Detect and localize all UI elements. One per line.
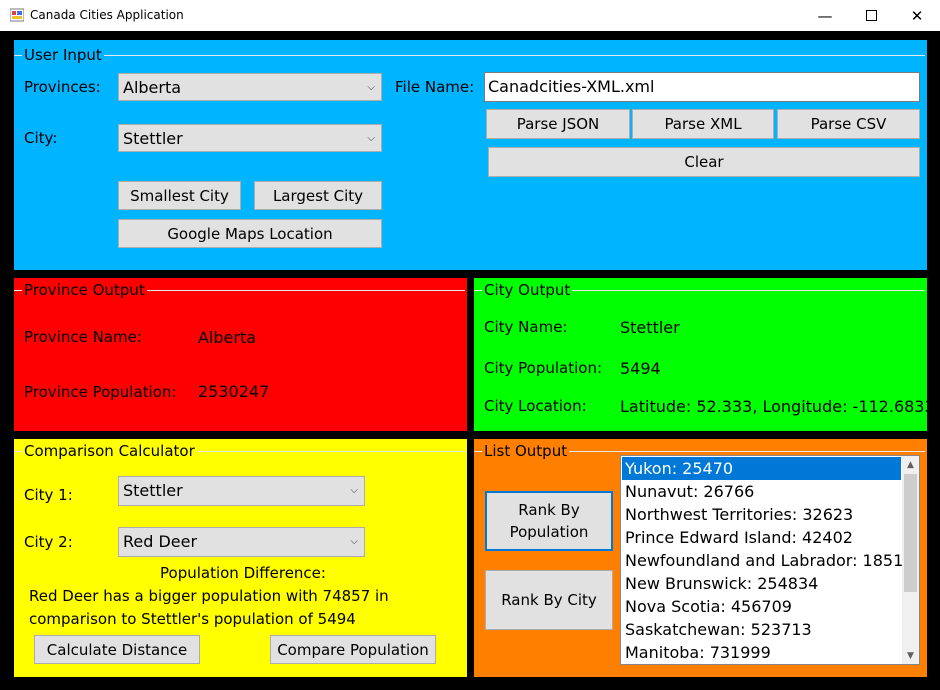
title-bar: Canada Cities Application — ✕: [0, 0, 940, 31]
close-icon: ✕: [910, 6, 924, 25]
population-difference-line2: comparison to Stettler's population of 5…: [29, 610, 356, 628]
province-population-value: 2530247: [198, 382, 270, 401]
province-name-value: Alberta: [198, 328, 257, 347]
user-input-group-label: User Input: [22, 46, 104, 64]
list-output-panel: List Output Rank By Population Rank By C…: [474, 439, 927, 677]
parse-csv-button[interactable]: Parse CSV: [777, 109, 920, 139]
close-button[interactable]: ✕: [894, 0, 940, 31]
province-population-label: Province Population:: [24, 383, 177, 401]
list-output-group-label: List Output: [482, 442, 570, 460]
city-dropdown-value: Stettler: [123, 129, 183, 148]
list-item[interactable]: Prince Edward Island: 42402: [622, 526, 901, 549]
comparison-panel: Comparison Calculator City 1: Stettler ⌵…: [14, 439, 467, 677]
scroll-up-icon[interactable]: ▲: [902, 456, 919, 473]
city-location-value: Latitude: 52.333, Longitude: -112.6833: [620, 397, 935, 416]
list-item[interactable]: Manitoba: 731999: [622, 641, 901, 664]
parse-xml-button[interactable]: Parse XML: [632, 109, 774, 139]
city-dropdown[interactable]: Stettler ⌵: [118, 124, 382, 152]
list-item[interactable]: New Brunswick: 254834: [622, 572, 901, 595]
city1-label: City 1:: [24, 486, 73, 504]
app-icon: [10, 8, 24, 22]
population-difference-line1: Red Deer has a bigger population with 74…: [29, 587, 389, 605]
city2-dropdown-value: Red Deer: [123, 532, 198, 551]
list-item[interactable]: Nova Scotia: 456709: [622, 595, 901, 618]
file-name-label: File Name:: [395, 78, 475, 96]
city1-dropdown[interactable]: Stettler ⌵: [118, 476, 365, 506]
ranking-listbox[interactable]: Yukon: 25470 Nunavut: 26766 Northwest Terr…: [620, 455, 920, 665]
compare-population-button[interactable]: Compare Population: [270, 635, 436, 664]
scroll-down-icon[interactable]: ▼: [902, 647, 919, 664]
province-name-label: Province Name:: [24, 328, 142, 346]
chevron-down-icon: ⌵: [367, 133, 375, 144]
city-output-group-label: City Output: [482, 281, 573, 299]
parse-json-button[interactable]: Parse JSON: [486, 109, 630, 139]
file-name-input[interactable]: Canadcities-XML.xml: [484, 72, 920, 102]
window-title: Canada Cities Application: [30, 8, 184, 22]
minimize-button[interactable]: —: [802, 0, 848, 31]
provinces-dropdown[interactable]: Alberta ⌵: [118, 73, 382, 101]
city-location-label: City Location:: [484, 397, 587, 415]
smallest-city-button[interactable]: Smallest City: [118, 181, 241, 210]
list-scrollbar[interactable]: ▲ ▼: [902, 456, 919, 664]
chevron-down-icon: ⌵: [350, 536, 358, 547]
province-output-group-label: Province Output: [22, 281, 147, 299]
city2-label: City 2:: [24, 533, 73, 551]
list-item[interactable]: Northwest Territories: 32623: [622, 503, 901, 526]
user-input-panel: User Input Provinces: Alberta ⌵ City: St…: [14, 40, 927, 270]
calculate-distance-button[interactable]: Calculate Distance: [34, 635, 200, 664]
list-item[interactable]: Newfoundland and Labrador: 185120: [622, 549, 919, 572]
chevron-down-icon: ⌵: [350, 485, 358, 496]
list-item[interactable]: Saskatchewan: 523713: [622, 618, 901, 641]
city-name-value: Stettler: [620, 318, 680, 337]
city-label: City:: [24, 129, 58, 147]
maximize-icon: [865, 10, 877, 21]
largest-city-button[interactable]: Largest City: [254, 181, 382, 210]
list-item[interactable]: Yukon: 25470: [622, 457, 901, 480]
population-difference-label: Population Difference:: [160, 564, 326, 582]
comparison-group-label: Comparison Calculator: [22, 442, 197, 460]
ranking-list-items: Yukon: 25470 Nunavut: 26766 Northwest Terr…: [622, 457, 919, 664]
rank-by-population-button[interactable]: Rank By Population: [485, 491, 613, 551]
provinces-label: Provinces:: [24, 78, 101, 96]
clear-button[interactable]: Clear: [488, 147, 920, 177]
city-population-label: City Population:: [484, 359, 603, 377]
minimize-icon: —: [817, 6, 833, 25]
provinces-dropdown-value: Alberta: [123, 78, 182, 97]
city-population-value: 5494: [620, 359, 661, 378]
scroll-thumb[interactable]: [904, 474, 917, 592]
google-maps-button[interactable]: Google Maps Location: [118, 219, 382, 248]
city1-dropdown-value: Stettler: [123, 481, 183, 500]
app-window: Canada Cities Application — ✕ User Input…: [0, 0, 940, 690]
city-output-panel: City Output City Name: Stettler City Pop…: [474, 278, 935, 431]
city2-dropdown[interactable]: Red Deer ⌵: [118, 527, 365, 557]
maximize-button[interactable]: [848, 0, 894, 31]
chevron-down-icon: ⌵: [367, 82, 375, 93]
province-output-panel: Province Output Province Name: Alberta P…: [14, 278, 467, 431]
list-item[interactable]: Nunavut: 26766: [622, 480, 901, 503]
rank-by-city-button[interactable]: Rank By City: [485, 570, 613, 630]
city-name-label: City Name:: [484, 318, 568, 336]
